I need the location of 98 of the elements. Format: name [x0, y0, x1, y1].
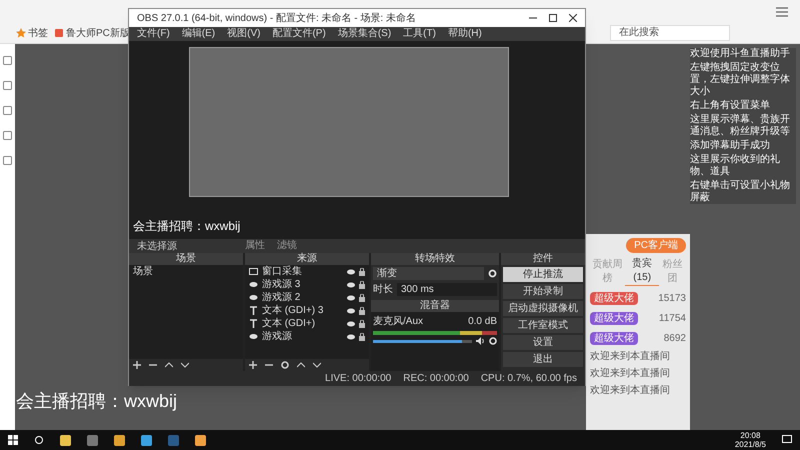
chat-message: 左键拖拽固定改变位置，左键拉伸调整字体大小 [690, 62, 791, 98]
source-item[interactable]: 窗口采集 [262, 265, 343, 278]
menu-item[interactable]: 视图(V) [227, 27, 260, 41]
chat-message: 欢迎来到本直播间 [590, 350, 671, 363]
dock-title: 混音器 [371, 300, 499, 312]
dock-title: 转场特效 [371, 253, 499, 265]
live-time: LIVE: 00:00:00 [325, 372, 392, 386]
menu-item[interactable]: 文件(F) [137, 27, 170, 41]
dock-title: 来源 [245, 253, 369, 265]
clock-date: 2021/8/5 [734, 440, 766, 449]
source-item[interactable]: 文本 (GDI+) [262, 317, 343, 330]
preview-overlay-text: 会主播招聘：wxwbij [133, 218, 240, 235]
chat-message: 添加弹幕助手成功 [690, 140, 771, 152]
chat-message: 欢迎使用斗鱼直播助手 [690, 48, 791, 60]
rank-score: 8692 [664, 332, 686, 346]
source-item[interactable]: 游戏源 2 [262, 291, 343, 304]
source-item[interactable]: 游戏源 [262, 330, 343, 343]
dock-title: 场景 [129, 253, 243, 265]
bookmark-icon [54, 28, 64, 38]
chat-message: 这里展示弹幕、贵族开通消息、粉丝牌升级等 [690, 114, 791, 138]
lock-icon [359, 280, 365, 288]
settings-icon [489, 337, 497, 345]
speaker-icon [476, 337, 485, 345]
windows-logo-icon [8, 435, 18, 445]
duration-label: 时长 [373, 282, 393, 297]
sidebar-icon [3, 156, 12, 165]
rec-time: REC: 00:00:00 [403, 372, 469, 386]
up-icon [165, 361, 173, 369]
app-icon [195, 434, 206, 446]
source-item[interactable]: 文本 (GDI+) 3 [262, 304, 343, 317]
mixer-channel-name: 麦克风/Aux [373, 314, 424, 329]
search-field[interactable]: 在此搜索 [610, 25, 730, 42]
star-icon [16, 28, 26, 38]
selection-label: 未选择源 [137, 240, 178, 253]
dock-title: 控件 [501, 253, 585, 265]
rank-score: 11754 [658, 312, 686, 326]
sidebar-icon [3, 81, 12, 90]
lock-icon [359, 294, 365, 302]
sidebar-icon [3, 131, 12, 140]
source-item[interactable]: 游戏源 3 [262, 278, 343, 291]
down-icon [181, 361, 189, 369]
app-icon [168, 434, 179, 446]
window-title: OBS 27.0.1 (64-bit, windows) - 配置文件: 未命名 - 场景: 未命名 [137, 12, 416, 26]
menu-item[interactable]: 工具(T) [403, 27, 436, 41]
text-icon [249, 306, 258, 315]
control-button[interactable]: 停止推流 [503, 267, 583, 282]
control-button[interactable]: 开始录制 [503, 284, 583, 299]
rank-badge: 超级大佬 [590, 312, 638, 324]
down-icon [313, 361, 321, 369]
sidebar-icon [3, 106, 12, 115]
rank-badge: 超级大佬 [590, 332, 638, 344]
chat-message: 右上角有设置菜单 [690, 100, 771, 112]
close-icon [569, 14, 577, 22]
overlay-text: 会主播招聘：wxwbij [16, 390, 178, 413]
chat-message: 右键单击可设置小礼物屏蔽 [690, 180, 791, 204]
settings-icon [281, 361, 289, 369]
chat-message: 欢迎来到本直播间 [590, 367, 671, 380]
control-button[interactable]: 设置 [503, 335, 583, 350]
lock-icon [359, 306, 365, 314]
mixer-reading: 0.0 dB [468, 315, 497, 329]
menu-icon [776, 6, 788, 17]
context-tab[interactable]: 属性 [245, 240, 265, 252]
window-icon [249, 267, 258, 276]
text-icon [249, 319, 258, 328]
sidebar-icon [3, 56, 12, 65]
context-tab[interactable]: 滤镜 [277, 240, 297, 252]
add-icon [249, 361, 257, 369]
app-icon [60, 434, 71, 446]
maximize-icon [549, 14, 557, 22]
scene-item[interactable]: 场景 [129, 265, 243, 278]
menu-item[interactable]: 配置文件(P) [272, 27, 326, 41]
rank-score: 15173 [658, 292, 686, 306]
menu-item[interactable]: 帮助(H) [448, 27, 482, 41]
lock-icon [359, 268, 365, 276]
up-icon [297, 361, 305, 369]
bookmark-link[interactable]: 书签 [28, 26, 48, 41]
add-icon [133, 361, 141, 369]
rank-tab[interactable]: 贵宾(15) [625, 257, 659, 286]
lock-icon [359, 332, 365, 340]
notification-icon [782, 435, 792, 445]
transition-dropdown[interactable]: 渐变 [373, 267, 484, 280]
duration-field[interactable]: 300 ms [397, 283, 497, 296]
menu-item[interactable]: 编辑(E) [182, 27, 216, 41]
chat-message: 欢迎来到本直播间 [590, 384, 671, 397]
cpu-fps: CPU: 0.7%, 60.00 fps [480, 372, 577, 386]
search-icon [34, 435, 44, 445]
control-button[interactable]: 退出 [503, 352, 583, 367]
lock-icon [359, 320, 365, 328]
app-icon [114, 434, 125, 446]
menu-item[interactable]: 场景集合(S) [338, 27, 392, 41]
rank-badge: 超级大佬 [590, 292, 638, 304]
app-icon [141, 434, 152, 446]
clock-time: 20:08 [740, 431, 760, 440]
app-icon [87, 434, 98, 446]
chat-message: 这里展示你收到的礼物、道具 [690, 154, 781, 178]
control-button[interactable]: 启动虚拟摄像机 [503, 301, 583, 316]
control-button[interactable]: 工作室模式 [503, 318, 583, 333]
settings-icon [488, 269, 497, 278]
